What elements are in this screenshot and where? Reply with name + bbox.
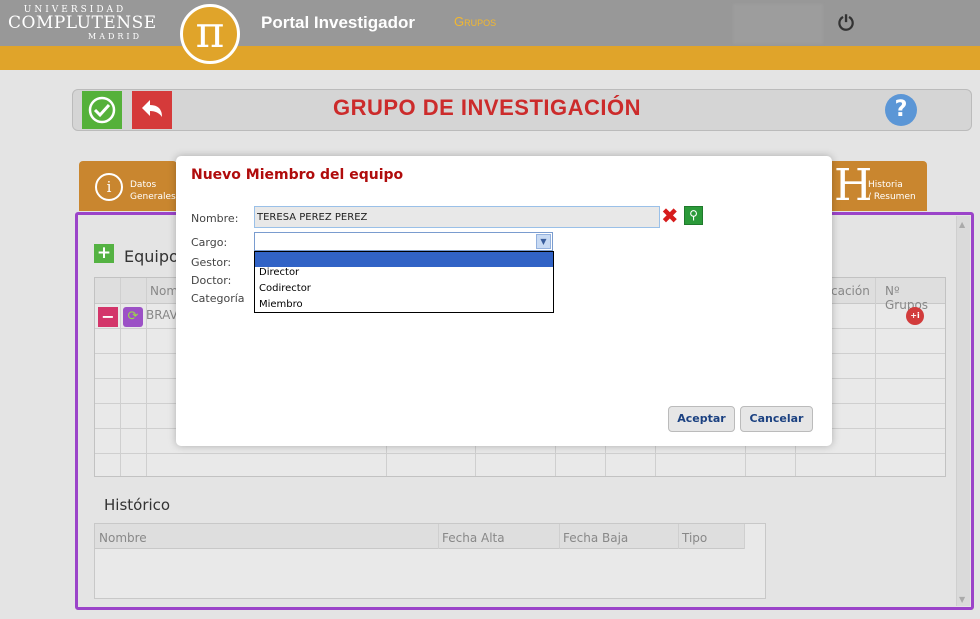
help-icon[interactable]: ?: [885, 94, 917, 126]
equipo-title: Equipo: [124, 247, 179, 266]
page-title: GRUPO DE INVESTIGACIÓN: [332, 95, 642, 120]
header-accent-bar: [0, 46, 980, 70]
tab-historia-label-2: / Resumen: [868, 192, 916, 202]
column-header-fecha-baja[interactable]: Fecha Baja: [563, 531, 628, 545]
chevron-down-icon[interactable]: ▼: [536, 234, 551, 249]
refresh-icon[interactable]: ⟳: [123, 307, 143, 327]
cargo-option-director[interactable]: Director: [255, 265, 553, 280]
cargo-option-miembro[interactable]: Miembro: [255, 297, 553, 312]
cargo-label: Cargo:: [191, 236, 228, 249]
historico-table-header: [95, 524, 745, 549]
cargo-select[interactable]: ▼: [254, 232, 553, 251]
info-icon: i: [95, 173, 123, 201]
nombre-input[interactable]: [254, 206, 660, 228]
column-header-nombre[interactable]: Nom: [150, 284, 178, 298]
check-icon: [88, 96, 116, 124]
back-button[interactable]: [132, 91, 172, 129]
scroll-down-icon[interactable]: ▼: [959, 595, 965, 604]
tab-datos-label-1: Datos: [130, 180, 157, 190]
doctor-label: Doctor:: [191, 274, 232, 287]
scroll-up-icon[interactable]: ▲: [959, 220, 965, 229]
cancel-button[interactable]: Cancelar: [740, 406, 813, 432]
portal-title[interactable]: Portal Investigador: [261, 13, 415, 33]
vertical-scrollbar[interactable]: ▲ ▼: [956, 216, 970, 606]
cargo-dropdown-list: Director Codirector Miembro: [254, 251, 554, 313]
tab-historia-label: Historia / Resumen: [868, 179, 916, 203]
clear-icon[interactable]: ✖: [661, 204, 679, 228]
column-header-nombre-hist[interactable]: Nombre: [99, 531, 147, 545]
column-header-tipo[interactable]: Tipo: [682, 531, 707, 545]
tab-datos-generales[interactable]: i Datos Generales: [79, 161, 177, 211]
tab-datos-label: Datos Generales: [130, 179, 176, 203]
tab-datos-label-2: Generales: [130, 192, 176, 202]
section-link-grupos[interactable]: Grupos: [454, 14, 496, 29]
cargo-option-codirector[interactable]: Codirector: [255, 281, 553, 296]
remove-member-button[interactable]: −: [98, 307, 118, 327]
tab-historia-label-1: Historia: [868, 180, 903, 190]
gestor-label: Gestor:: [191, 256, 232, 269]
add-member-button[interactable]: +: [94, 244, 114, 263]
historico-title: Histórico: [104, 496, 171, 514]
power-icon[interactable]: ⏻: [836, 12, 856, 34]
add-info-icon[interactable]: +i: [906, 307, 924, 325]
history-icon: H: [834, 160, 873, 211]
historico-table: Nombre Fecha Alta Fecha Baja Tipo: [94, 523, 766, 599]
nombre-label: Nombre:: [191, 212, 239, 225]
categoria-label: Categoría: [191, 292, 245, 305]
dialog-title: Nuevo Miembro del equipo: [191, 167, 404, 183]
logo-line-3: MADRID: [88, 32, 142, 41]
accept-button[interactable]: Aceptar: [668, 406, 735, 432]
save-button[interactable]: [82, 91, 122, 129]
pi-logo-icon[interactable]: π: [180, 4, 240, 64]
search-icon[interactable]: ⚲: [684, 206, 703, 225]
column-header-ubicacion[interactable]: cación: [831, 284, 870, 298]
university-logo: UNIVERSIDAD COMPLUTENSE MADRID: [8, 5, 157, 41]
column-header-fecha-alta[interactable]: Fecha Alta: [442, 531, 505, 545]
undo-arrow-icon: [142, 100, 162, 117]
logo-line-2: COMPLUTENSE: [8, 13, 157, 33]
table-row-name: BRAV: [146, 308, 178, 322]
tab-historia-resumen[interactable]: H Historia / Resumen: [828, 161, 927, 211]
user-info: [733, 4, 823, 44]
